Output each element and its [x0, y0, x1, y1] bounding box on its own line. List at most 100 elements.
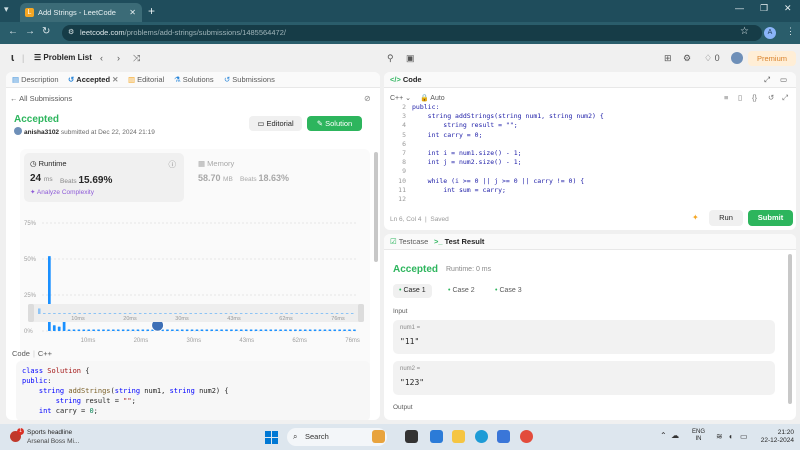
- language-select[interactable]: C++ ⌄: [390, 94, 411, 102]
- braces-icon[interactable]: {}: [752, 93, 757, 102]
- y-tick-label: 50%: [24, 257, 37, 263]
- widgets-app-icon[interactable]: [372, 430, 385, 443]
- cloud-icon[interactable]: ☁: [671, 431, 679, 440]
- battery-icon[interactable]: ▭: [740, 432, 748, 441]
- chart-bar: [259, 329, 263, 331]
- code-editor[interactable]: 2 public: 3 string addStrings(string num1,…: [384, 103, 796, 205]
- line-number: 2: [402, 103, 406, 111]
- settings-icon[interactable]: ⚙: [683, 53, 691, 64]
- case-tab-1[interactable]: • Case 1: [393, 284, 432, 298]
- file-explorer-icon[interactable]: [452, 430, 465, 443]
- browser-menu-icon[interactable]: ⋮: [786, 26, 795, 37]
- tab-editorial[interactable]: ▥ Editorial: [128, 75, 164, 84]
- volume-icon[interactable]: ◖: [728, 432, 733, 441]
- mini-bar: [290, 313, 293, 314]
- all-submissions-link[interactable]: ← All Submissions: [10, 94, 72, 103]
- memory-title[interactable]: ▦ Memory: [198, 159, 234, 168]
- new-tab-icon[interactable]: +: [148, 3, 155, 19]
- streak-icon[interactable]: ♢ 0: [704, 53, 720, 64]
- range-slider[interactable]: 10ms 20ms 30ms 43ms 62ms 76ms: [28, 304, 364, 322]
- chrome-icon[interactable]: [520, 430, 533, 443]
- expand-icon[interactable]: ⤢: [764, 75, 770, 85]
- beats-value: 15.69%: [78, 175, 113, 186]
- news-subtitle[interactable]: Arsenal Boss Mi...: [27, 438, 79, 445]
- language-indicator[interactable]: ENG IN: [692, 429, 705, 443]
- author-name[interactable]: anisha3102: [24, 129, 59, 136]
- collapse-icon[interactable]: ▭: [780, 75, 787, 84]
- browser-profile-avatar[interactable]: A: [764, 27, 776, 39]
- chart-bar: [289, 329, 292, 331]
- info-icon[interactable]: ⓘ: [169, 159, 177, 170]
- tab-solutions[interactable]: ⚗ Solutions: [174, 75, 214, 84]
- news-title[interactable]: Sports headline: [27, 429, 72, 436]
- result-runtime: Runtime: 0 ms: [446, 266, 492, 273]
- url-field[interactable]: ⚙ leetcode.com/problems/add-strings/subm…: [62, 25, 762, 41]
- bookmark-star-icon[interactable]: ☆: [740, 26, 749, 37]
- run-button[interactable]: Run: [709, 210, 743, 226]
- tab-search-icon[interactable]: ▾: [4, 4, 16, 16]
- fullscreen-icon[interactable]: ⤢: [782, 93, 788, 103]
- shuffle-icon[interactable]: ⤨: [133, 53, 140, 64]
- avatar: [14, 127, 22, 135]
- scrollbar[interactable]: [788, 254, 792, 404]
- divider: |: [22, 53, 25, 63]
- tab-close-icon[interactable]: ✕: [112, 75, 118, 84]
- user-avatar[interactable]: [731, 52, 743, 64]
- problem-list-button[interactable]: ☰ Problem List: [34, 53, 92, 62]
- clock[interactable]: 21:20 22-12-2024: [754, 429, 794, 445]
- solution-button[interactable]: ✎ Solution: [307, 116, 362, 131]
- scrollbar[interactable]: [374, 152, 378, 262]
- reload-icon[interactable]: ↻: [42, 26, 50, 37]
- chevron-up-icon[interactable]: ⌃: [660, 431, 667, 440]
- close-window-icon[interactable]: ✕: [784, 3, 792, 14]
- ai-assist-icon[interactable]: ✦: [692, 213, 699, 222]
- memory-title-label: Memory: [207, 159, 235, 168]
- restore-icon[interactable]: ❐: [760, 3, 768, 14]
- layout-icon[interactable]: ⊞: [664, 53, 672, 64]
- submitted-code[interactable]: class Solution { public: string addStrin…: [16, 361, 370, 420]
- edge-icon[interactable]: [475, 430, 488, 443]
- debugger-icon[interactable]: ⚲: [387, 53, 394, 64]
- submit-button[interactable]: Submit: [748, 210, 793, 226]
- tab-testcase[interactable]: ☑ Testcase: [390, 237, 428, 246]
- editorial-button[interactable]: ▭ Editorial: [249, 116, 302, 131]
- tab-test-result[interactable]: >_ Test Result: [434, 237, 484, 246]
- task-view-icon[interactable]: [405, 430, 418, 443]
- mini-bar: [38, 308, 41, 314]
- tab-submissions[interactable]: ↺ Submissions: [224, 75, 275, 84]
- history-icon: ↺: [68, 75, 75, 84]
- prev-problem-icon[interactable]: ‹: [100, 53, 103, 63]
- runtime-distribution-chart[interactable]: 75% 50% 25% 0% 10ms 20ms 30ms 43ms 62ms 76ms: [20, 205, 370, 345]
- system-tray[interactable]: ⌃ ☁: [660, 431, 679, 440]
- premium-button[interactable]: Premium: [748, 51, 796, 66]
- tab-description[interactable]: ▤ Description: [12, 75, 59, 84]
- minimize-icon[interactable]: —: [735, 3, 744, 13]
- bookmark-icon[interactable]: ▯: [738, 93, 742, 102]
- runtime-card[interactable]: ◷ Runtime ⓘ 24 ms Beats 15.69% ✦ Analyze…: [24, 153, 184, 202]
- back-icon[interactable]: ←: [8, 26, 18, 37]
- chart-bar: [239, 329, 243, 331]
- beats-label: Beats: [240, 176, 257, 183]
- case-tab-2[interactable]: • Case 2: [442, 284, 481, 298]
- next-problem-icon[interactable]: ›: [117, 53, 120, 63]
- site-info-icon[interactable]: ⚙: [68, 25, 74, 41]
- forward-icon[interactable]: →: [25, 26, 35, 37]
- windows-start-icon[interactable]: [265, 431, 278, 444]
- auto-toggle[interactable]: 🔒 Auto: [420, 94, 445, 102]
- format-icon[interactable]: ≡: [724, 93, 728, 102]
- link-icon[interactable]: ⊘: [364, 94, 371, 103]
- store-icon[interactable]: [497, 430, 510, 443]
- chart-bar: [323, 329, 327, 331]
- mini-tick-label: 10ms: [71, 316, 85, 322]
- tab-accepted[interactable]: ↺ Accepted ✕: [68, 75, 118, 84]
- app-icon[interactable]: [430, 430, 443, 443]
- analyze-complexity-link[interactable]: ✦ Analyze Complexity: [30, 188, 94, 196]
- tab-code[interactable]: </> Code: [390, 75, 422, 84]
- tab-close-icon[interactable]: ✕: [129, 3, 136, 22]
- browser-tab[interactable]: L Add Strings - LeetCode ✕: [20, 3, 142, 22]
- reset-icon[interactable]: ↺: [768, 93, 774, 102]
- case-tab-3[interactable]: • Case 3: [489, 284, 528, 298]
- notes-icon[interactable]: ▣: [406, 53, 415, 64]
- editor-line: int carry = 0;: [412, 130, 483, 139]
- wifi-icon[interactable]: ≋: [716, 432, 723, 441]
